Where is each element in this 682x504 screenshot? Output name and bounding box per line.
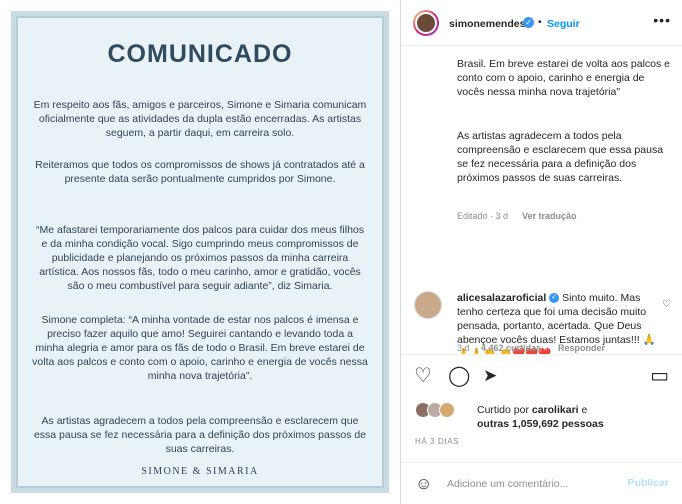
statement-paragraph-5: As artistas agradecem a todos pela compr… — [33, 415, 367, 455]
comments-scroll-area[interactable]: Brasil. Em breve estarei de volta aos pa… — [401, 47, 682, 354]
liked-by-others-link[interactable]: outras 1,059,692 pessoas — [477, 418, 604, 430]
statement-paragraph-2: Reiteramos que todos os compromissos de … — [35, 159, 365, 185]
follow-button[interactable]: Seguir — [547, 18, 580, 30]
liked-by-conjunction: e — [581, 404, 588, 416]
statement-paragraph-3: “Me afastarei temporariamente dos palcos… — [36, 224, 364, 292]
author-avatar[interactable] — [413, 10, 439, 36]
post-header: simonemendes ✓ • Seguir ••• — [401, 0, 682, 46]
commenter-verified-icon: ✓ — [549, 293, 560, 304]
caption-text-part-1: Brasil. Em breve estarei de volta aos pa… — [457, 58, 671, 98]
post-timestamp[interactable]: HÁ 3 DIAS — [415, 437, 459, 446]
statement-paragraph-4: Simone completa: “A minha vontade de est… — [32, 314, 368, 382]
save-bookmark-icon[interactable]: ▭ — [650, 366, 669, 386]
likes-summary: Curtido por carolikari e outras 1,059,69… — [415, 400, 675, 431]
commenter-username[interactable]: alicesalazaroficial — [457, 292, 546, 304]
caption-text-part-2: As artistas agradecem a todos pela compr… — [457, 130, 664, 184]
liked-by-text: Curtido por carolikari e outras 1,059,69… — [477, 403, 604, 431]
comment-age: 3 d — [457, 343, 470, 353]
statement-card-inner: COMUNICADO Em respeito aos fãs, amigos e… — [16, 16, 384, 488]
author-username[interactable]: simonemendes — [449, 18, 525, 30]
comment-input[interactable] — [447, 476, 617, 492]
liked-by-prefix: Curtido por — [477, 404, 529, 416]
comment-bubble-icon[interactable]: ◯ — [448, 366, 470, 386]
emoji-picker-icon[interactable]: ☺ — [415, 474, 432, 494]
commenter-avatar[interactable] — [414, 291, 442, 319]
post-actions-bar: ♡ ◯ ➤ ▭ — [401, 354, 682, 398]
statement-paragraph-1: Em respeito aos fãs, amigos e parceiros,… — [33, 99, 367, 139]
like-heart-icon[interactable]: ♡ — [414, 366, 432, 386]
comment-likes-count[interactable]: 4.462 curtidas — [481, 343, 541, 353]
comment-composer: ☺ Publicar — [401, 462, 682, 504]
statement-title: COMUNICADO — [107, 40, 293, 68]
see-translation-link[interactable]: Ver tradução — [522, 211, 577, 221]
verified-badge-icon: ✓ — [523, 17, 534, 28]
statement-card: COMUNICADO Em respeito aos fãs, amigos e… — [11, 11, 389, 493]
instagram-post-view: COMUNICADO Em respeito aos fãs, amigos e… — [0, 0, 682, 504]
post-image-area: COMUNICADO Em respeito aos fãs, amigos e… — [0, 0, 400, 504]
header-separator: • — [538, 17, 542, 28]
comment-like-icon[interactable]: ♡ — [662, 299, 671, 310]
post-sidebar: simonemendes ✓ • Seguir ••• Brasil. Em b… — [400, 0, 682, 504]
more-options-icon[interactable]: ••• — [653, 12, 671, 28]
statement-signature: SIMONE & SIMARIA — [141, 466, 259, 477]
comment-reply-link[interactable]: Responder — [558, 343, 605, 353]
caption-edited-meta: Editado · 3 d — [457, 211, 509, 221]
liker-avatar — [439, 402, 455, 418]
liked-by-user-link[interactable]: carolikari — [532, 404, 579, 416]
share-send-icon[interactable]: ➤ — [483, 366, 497, 386]
publish-comment-button[interactable]: Publicar — [628, 477, 669, 489]
